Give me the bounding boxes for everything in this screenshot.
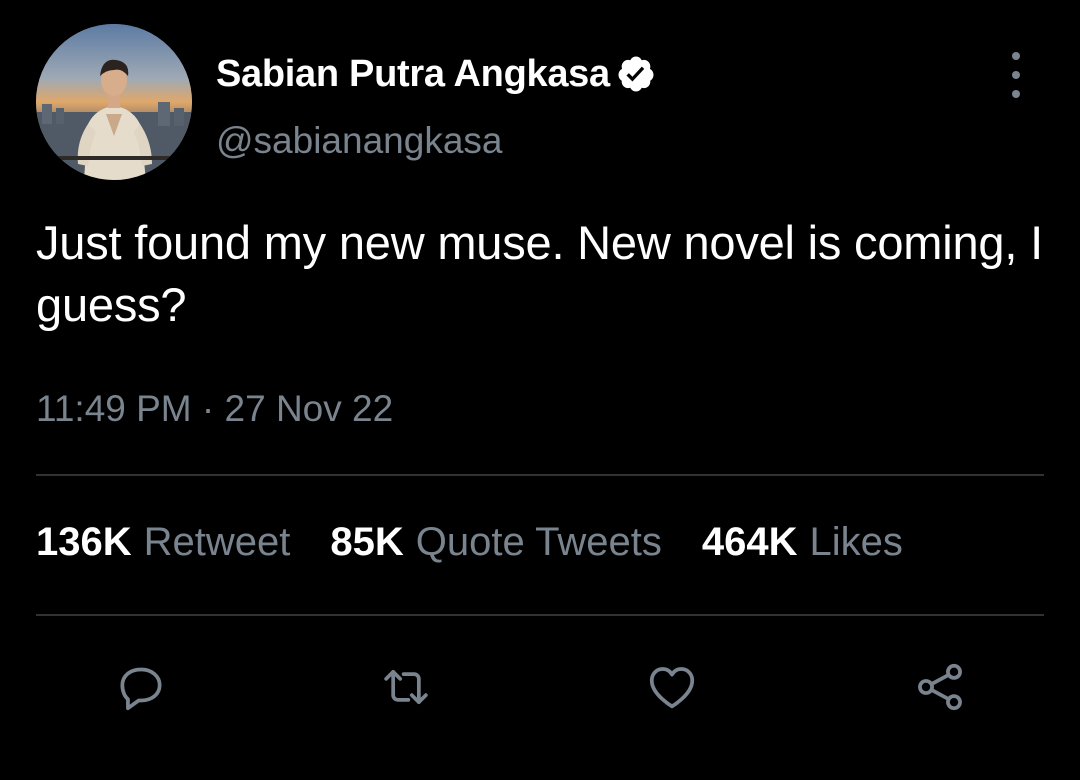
speech-bubble-icon bbox=[120, 667, 162, 711]
share-icon bbox=[918, 663, 962, 711]
verified-badge-icon bbox=[616, 54, 656, 94]
quote-tweets-label: Quote Tweets bbox=[415, 520, 662, 564]
more-dot bbox=[1012, 71, 1020, 79]
tweet-stats: 136K Retweet 85K Quote Tweets 464K Likes bbox=[36, 520, 1046, 565]
user-handle[interactable]: @sabianangkasa bbox=[216, 120, 502, 162]
divider bbox=[36, 474, 1044, 476]
likes-label: Likes bbox=[809, 520, 903, 564]
display-name-row: Sabian Putra Angkasa bbox=[216, 48, 656, 100]
tweet-detail: Sabian Putra Angkasa @sabianangkasa Just… bbox=[0, 0, 1080, 780]
heart-icon bbox=[649, 667, 695, 709]
retweets-count: 136K bbox=[36, 520, 132, 564]
likes-count: 464K bbox=[701, 520, 798, 564]
more-options-icon[interactable] bbox=[996, 52, 1036, 98]
share-button[interactable] bbox=[905, 652, 975, 722]
retweets-label: Retweet bbox=[143, 520, 291, 564]
more-dot bbox=[1012, 90, 1020, 98]
divider bbox=[36, 614, 1044, 616]
reply-button[interactable] bbox=[106, 652, 176, 722]
avatar[interactable] bbox=[36, 24, 192, 180]
retweet-icon bbox=[384, 669, 428, 705]
likes-stat[interactable]: 464K Likes bbox=[702, 520, 903, 565]
tweet-text: Just found my new muse. New novel is com… bbox=[36, 216, 1043, 331]
tweet-timestamp[interactable]: 11:49 PM · 27 Nov 22 bbox=[36, 388, 393, 430]
quote-tweets-count: 85K bbox=[330, 520, 404, 564]
more-dot bbox=[1012, 52, 1020, 60]
retweets-stat[interactable]: 136K Retweet bbox=[36, 520, 290, 565]
action-bar bbox=[0, 652, 1080, 722]
retweet-button[interactable] bbox=[371, 652, 441, 722]
like-button[interactable] bbox=[637, 652, 707, 722]
display-name[interactable]: Sabian Putra Angkasa bbox=[216, 53, 610, 96]
quote-tweets-stat[interactable]: 85K Quote Tweets bbox=[330, 520, 661, 565]
